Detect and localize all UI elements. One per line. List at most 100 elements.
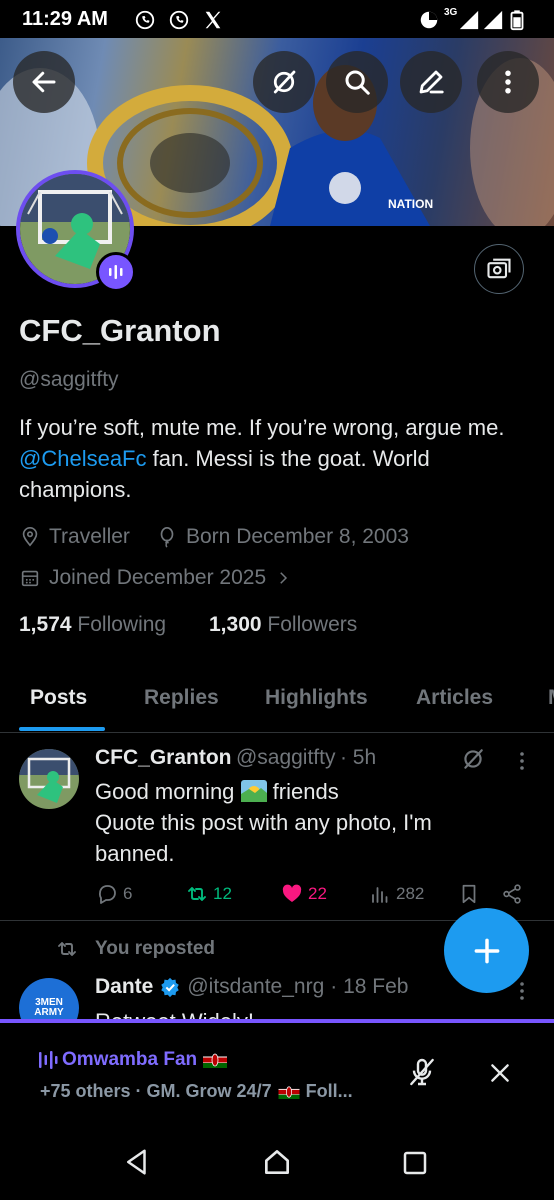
hide-icon[interactable] <box>460 746 486 772</box>
post-author-handle: @itsdante_nrg <box>187 975 325 998</box>
signal-icon <box>459 10 479 30</box>
location-pin-icon <box>22 527 38 547</box>
profile-bio: If you’re soft, mute me. If you’re wrong… <box>19 412 529 505</box>
post-text-line: friends <box>272 779 339 804</box>
status-bar: 11:29 AM 3G <box>0 0 554 38</box>
repost-button[interactable]: 12 <box>185 882 232 906</box>
more-vertical-icon <box>505 70 511 94</box>
following-number: 1,574 <box>19 613 72 636</box>
space-subtitle-tail: Foll... <box>305 1081 353 1101</box>
followers-number: 1,300 <box>209 613 262 636</box>
post-text-line: Good morning <box>95 779 235 804</box>
compose-post-button[interactable] <box>444 908 529 993</box>
post-text-line: Retweet Widely! <box>95 1009 254 1019</box>
location: Traveller <box>19 525 130 549</box>
tab-posts[interactable]: Posts <box>30 686 87 710</box>
view-count: 282 <box>396 884 425 903</box>
following-label: Following <box>77 613 167 636</box>
more-button[interactable] <box>477 51 539 113</box>
spaces-live-badge[interactable] <box>96 252 136 292</box>
x-logo-icon <box>205 11 221 29</box>
home-icon[interactable] <box>261 1146 293 1178</box>
repost-context-label: You reposted <box>95 938 215 959</box>
gallery-icon <box>487 258 511 279</box>
space-title-text: Omwamba Fan <box>62 1049 198 1070</box>
joined-text: Joined December 2025 <box>49 566 267 589</box>
like-button[interactable]: 22 <box>280 882 327 906</box>
recents-icon[interactable] <box>400 1148 430 1178</box>
chelsea-mention-link[interactable]: @ChelseaFc <box>19 446 147 471</box>
plus-icon <box>474 938 499 963</box>
views-chart-icon <box>372 887 388 903</box>
post-time: · 5h <box>339 746 377 769</box>
back-button[interactable] <box>13 51 75 113</box>
mic-muted-icon[interactable] <box>406 1056 438 1088</box>
spaces-dock[interactable]: Omwamba Fan +75 others · GM. Grow 24/7 F… <box>0 1019 554 1123</box>
android-nav-bar <box>0 1120 554 1200</box>
hide-button[interactable] <box>253 51 315 113</box>
calendar-icon <box>21 570 39 587</box>
network-type: 3G <box>444 7 458 18</box>
signal-icon <box>483 10 503 30</box>
more-vertical-icon[interactable] <box>512 980 532 1002</box>
post-author-name[interactable]: CFC_Granton <box>95 746 232 769</box>
search-icon <box>345 70 370 95</box>
reply-icon <box>98 885 116 904</box>
tab-articles[interactable]: Articles <box>416 686 493 710</box>
post-author-name[interactable]: Dante <box>95 975 153 999</box>
repost-icon <box>188 887 206 901</box>
svg-text:NATION: NATION <box>388 197 433 211</box>
active-tab-indicator <box>19 727 105 731</box>
bookmark-icon[interactable] <box>458 883 480 905</box>
post-time: · 18 Feb <box>330 975 409 998</box>
bio-text: If you’re soft, mute me. If you’re wrong… <box>19 415 505 440</box>
joined-date[interactable]: Joined December 2025 <box>19 566 292 590</box>
reply-count: 6 <box>123 884 133 903</box>
audio-wave-icon <box>109 265 123 279</box>
post-text: Retweet Widely! <box>95 1006 254 1019</box>
following-count[interactable]: 1,574 Following <box>19 613 166 637</box>
whatsapp-business-icon <box>169 10 189 30</box>
heart-icon <box>282 884 302 902</box>
followers-count[interactable]: 1,300 Followers <box>209 613 357 637</box>
edit-button[interactable] <box>400 51 462 113</box>
post-text-line: Quote this post with any photo, I'm bann… <box>95 810 432 866</box>
post-avatar[interactable] <box>19 749 79 809</box>
tab-media[interactable]: M <box>548 686 554 710</box>
audio-wave-icon <box>39 1051 58 1069</box>
hide-icon <box>273 70 296 94</box>
username-handle: @saggitfty <box>19 368 119 391</box>
post-header: CFC_Granton @saggitfty · 5h <box>95 746 376 770</box>
status-time: 11:29 AM <box>22 8 108 30</box>
avatar-text: 3MEN ARMY <box>34 997 64 1018</box>
verified-badge-icon <box>161 977 180 998</box>
search-button[interactable] <box>326 51 388 113</box>
post-header: Dante @itsdante_nrg · 18 Feb <box>95 975 408 999</box>
kenya-flag-icon <box>203 1052 228 1068</box>
edit-icon <box>419 70 444 94</box>
media-gallery-button[interactable] <box>474 244 524 294</box>
repost-count: 12 <box>213 884 232 903</box>
share-icon[interactable] <box>500 883 524 905</box>
battery-icon <box>510 10 524 31</box>
space-subtitle-text: +75 others · GM. Grow 24/7 <box>40 1081 272 1101</box>
sunrise-emoji-icon <box>240 780 267 802</box>
like-count: 22 <box>308 884 327 903</box>
birthday-text: Born December 8, 2003 <box>186 525 409 548</box>
more-vertical-icon[interactable] <box>512 750 532 772</box>
space-subtitle: +75 others · GM. Grow 24/7 Foll... <box>40 1081 353 1102</box>
reply-button[interactable]: 6 <box>95 882 132 906</box>
whatsapp-icon <box>135 10 155 30</box>
followers-label: Followers <box>267 613 358 636</box>
birthday: Born December 8, 2003 <box>156 525 409 549</box>
chevron-right-icon <box>280 572 288 584</box>
post-author-handle: @saggitfty <box>235 746 336 769</box>
close-icon[interactable] <box>487 1060 513 1086</box>
back-triangle-icon[interactable] <box>122 1147 152 1177</box>
location-text: Traveller <box>49 525 130 548</box>
repost-icon <box>58 942 76 956</box>
tab-replies[interactable]: Replies <box>144 686 219 710</box>
views-button[interactable]: 282 <box>368 882 424 906</box>
tab-highlights[interactable]: Highlights <box>265 686 368 710</box>
data-saver-icon <box>420 11 438 29</box>
